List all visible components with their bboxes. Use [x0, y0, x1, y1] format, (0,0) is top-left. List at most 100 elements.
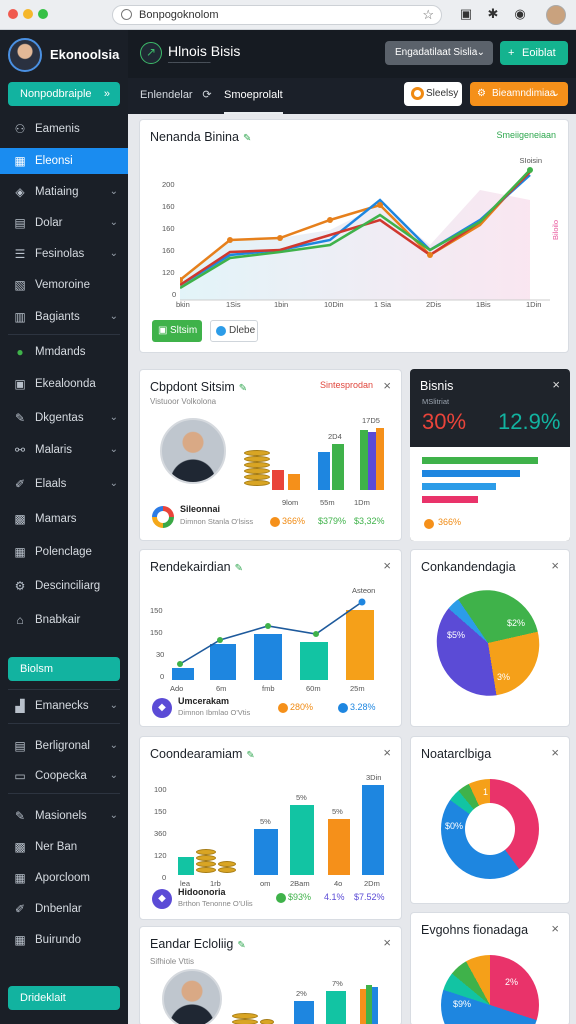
grid-icon: ▤: [14, 216, 26, 230]
extension-icon[interactable]: ▣: [458, 6, 474, 22]
avatar: [8, 38, 42, 72]
puzzle-icon[interactable]: ✱: [485, 6, 501, 22]
dark-card-bars: 366%: [410, 447, 570, 541]
chevron-down-icon: ⌄: [109, 186, 118, 197]
logo-name: Umcerakam: [178, 696, 230, 706]
bottom-sidebar-button[interactable]: Drideklait: [8, 986, 120, 1010]
minimize-dot[interactable]: [23, 9, 33, 19]
bar: [254, 829, 278, 875]
stat: 366%: [282, 516, 306, 526]
y-tick: 160: [162, 202, 175, 211]
close-icon[interactable]: ×: [551, 745, 559, 760]
sidebar-item2-0[interactable]: ▟ Emanecks ⌄: [0, 693, 128, 719]
browser-avatar[interactable]: [546, 5, 566, 25]
grid-icon: ▦: [14, 871, 26, 885]
sidebar-item-13[interactable]: ▦ Polenclage: [0, 539, 128, 565]
edit-icon[interactable]: ✎: [237, 940, 245, 951]
sidebar-item-15[interactable]: ⌂ Bnabkair: [0, 607, 128, 633]
address-bar[interactable]: Bonpogoknolom ☆: [112, 5, 442, 25]
browser-bar: Bonpogoknolom ☆ ▣ ✱ ◉: [0, 0, 576, 30]
close-icon[interactable]: ×: [383, 935, 391, 950]
refresh-icon[interactable]: ⟳: [200, 88, 214, 102]
close-icon[interactable]: ×: [383, 745, 391, 760]
logo-name: Sileonnai: [180, 504, 221, 514]
sidebar-item-label: Coopecka: [35, 770, 87, 782]
sidebar-item-10[interactable]: ⚯ Malaris ⌄: [0, 437, 128, 463]
sidebar-item-label: Descinciliarg: [35, 580, 101, 592]
document-icon: ▧: [14, 278, 26, 292]
briefcase-icon: ▣: [14, 377, 26, 391]
bookmark-star-icon[interactable]: ☆: [422, 6, 434, 24]
pie-chart: [441, 955, 539, 1024]
edit-icon[interactable]: ✎: [239, 383, 247, 394]
bar-label: 3Din: [366, 773, 382, 782]
sidebar-item-5[interactable]: ▧ Vemoroine: [0, 272, 128, 298]
sidebar-item-label: Berligronal: [35, 740, 90, 752]
y-tick: 120: [162, 268, 175, 277]
close-icon[interactable]: ×: [551, 558, 559, 573]
maximize-dot[interactable]: [38, 9, 48, 19]
profile-menu-icon[interactable]: ◉: [512, 6, 528, 22]
sidebar-item-7[interactable]: ● Mmdands: [0, 339, 128, 365]
dashboard-icon: ▦: [14, 154, 26, 168]
y-tick: 0: [172, 290, 177, 299]
sidebar-item2-3[interactable]: ✎ Masionels ⌄: [0, 803, 128, 829]
edit-icon[interactable]: ✎: [246, 750, 254, 761]
bar-orange: [288, 474, 300, 490]
line-chart-primary-button[interactable]: ▣ Sltsim: [152, 320, 202, 342]
logo-sub: Dimnon Stanla O'lsiss: [180, 517, 254, 526]
primary-sidebar-button[interactable]: Nonpodbraiple »: [8, 82, 120, 106]
bar-label: 5%: [332, 807, 343, 816]
profile-name: Ekonoolsia: [50, 47, 120, 62]
x-tick: Ado: [170, 684, 184, 693]
orange-dropdown[interactable]: ⚙ Bieamndimiaa ⌄: [470, 82, 568, 106]
close-icon[interactable]: ×: [551, 921, 559, 936]
card-subtitle: Vistuoor Volkolona: [150, 397, 217, 406]
calendar-icon: ▤: [14, 739, 26, 753]
sidebar-item2-5[interactable]: ▦ Aporcloom: [0, 865, 128, 891]
sidebar-item-6[interactable]: ▥ Bagiants ⌄: [0, 304, 128, 330]
status-pill[interactable]: Sleelsy: [404, 82, 462, 106]
profile[interactable]: Ekonoolsia: [8, 38, 120, 72]
sidebar-item-3[interactable]: ▤ Dolar ⌄: [0, 210, 128, 236]
sidebar-item-2[interactable]: ◈ Matiaing ⌄: [0, 179, 128, 205]
close-dot[interactable]: [8, 9, 18, 19]
edit-icon[interactable]: ✎: [243, 133, 251, 144]
sidebar-item2-6[interactable]: ✐ Dnbenlar: [0, 896, 128, 922]
sidebar-item2-2[interactable]: ▭ Coopecka ⌄: [0, 763, 128, 789]
sidebar-item2-4[interactable]: ▩ Ner Ban: [0, 834, 128, 860]
close-icon[interactable]: ×: [383, 558, 391, 573]
app-subtitle: ──────────: [168, 60, 211, 66]
sidebar-item-11[interactable]: ✐ Elaals ⌄: [0, 471, 128, 497]
sidebar-item2-1[interactable]: ▤ Berligronal ⌄: [0, 733, 128, 759]
sidebar-item-12[interactable]: ▩ Mamars: [0, 506, 128, 532]
close-icon[interactable]: ×: [383, 378, 391, 393]
edit-icon[interactable]: ✎: [235, 563, 243, 574]
sidebar-item-9[interactable]: ✎ Dkgentas ⌄: [0, 405, 128, 431]
settings-icon: ⚙: [14, 579, 26, 593]
sidebar-item-14[interactable]: ⚙ Descinciliarg: [0, 573, 128, 599]
x-tick: 60m: [306, 684, 321, 693]
card-title: Eandar Ecloliig ✎: [150, 937, 246, 951]
sidebar-divider: [8, 334, 120, 335]
sidebar-item-label: Mmdands: [35, 346, 86, 358]
x-tick: 1 Sia: [374, 300, 392, 309]
sidebar-item-1[interactable]: ▦ Eleonsi: [0, 148, 128, 174]
sidebar-item-label: Ner Ban: [35, 841, 78, 853]
tab-1[interactable]: Enlendelar: [140, 78, 193, 114]
sidebar-item2-7[interactable]: ▦ Buirundo: [0, 927, 128, 953]
add-button[interactable]: + Eoiblat: [500, 41, 568, 65]
combo-line: [177, 598, 366, 667]
secondary-sidebar-button[interactable]: Biolsm: [8, 657, 120, 681]
filter-dropdown[interactable]: Engadatilaat Sislia ⌄: [385, 41, 493, 65]
sidebar-item-8[interactable]: ▣ Ekealoonda: [0, 371, 128, 397]
bar-label: 5%: [296, 793, 307, 802]
line-chart-secondary-button[interactable]: Dlebe: [210, 320, 258, 342]
line-chart: [180, 167, 550, 301]
x-tick: 9lom: [282, 498, 299, 507]
close-icon[interactable]: ×: [552, 377, 560, 392]
tab-2[interactable]: Smoeprolalt: [224, 78, 283, 114]
sidebar-item-0[interactable]: ⚇ Eamenis: [0, 116, 128, 142]
sidebar-item-4[interactable]: ☰ Fesinolas ⌄: [0, 241, 128, 267]
pie-label: $2%: [507, 618, 526, 628]
